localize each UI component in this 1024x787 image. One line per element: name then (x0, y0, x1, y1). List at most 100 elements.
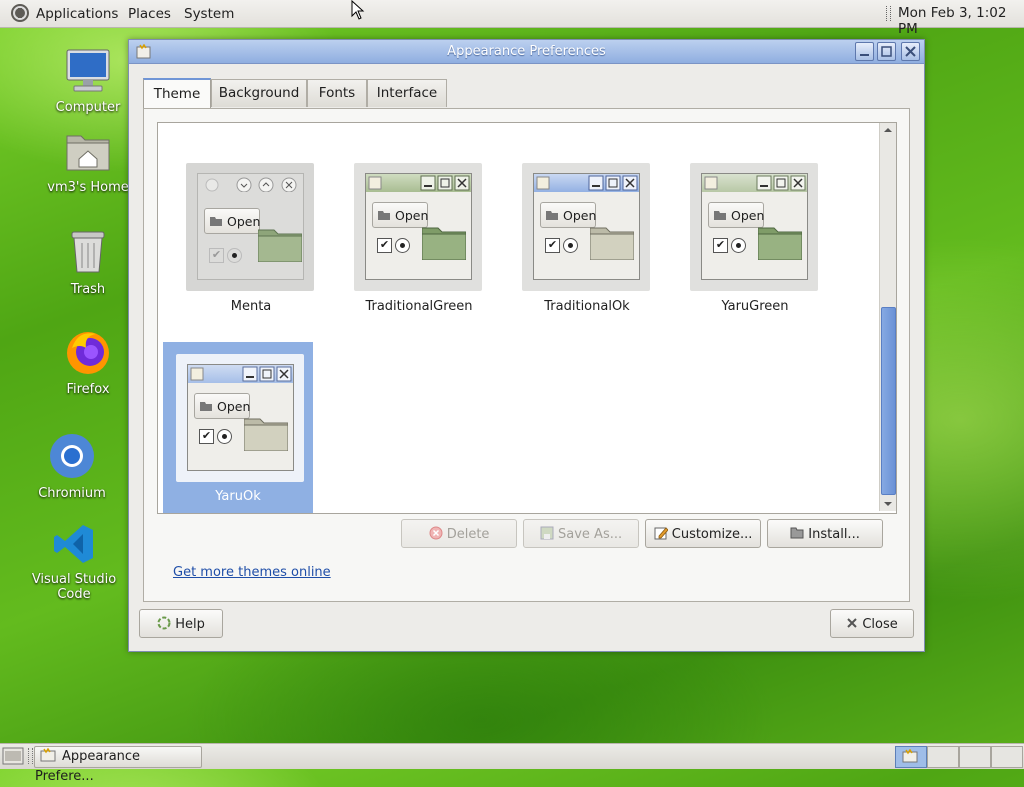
workspace-1[interactable] (895, 746, 927, 768)
workspace-4[interactable] (991, 746, 1023, 768)
maximize-button[interactable] (877, 42, 896, 61)
help-button[interactable]: Help (139, 609, 223, 638)
desktop-icon-label: Chromium (38, 486, 106, 501)
preview-window-buttons-icon (205, 177, 297, 193)
system-menu[interactable]: System (184, 6, 234, 22)
tab-background[interactable]: Background (211, 79, 307, 107)
install-icon (790, 527, 804, 539)
preview-checkbox: ✔ (199, 429, 214, 444)
preview-titlebar (702, 174, 807, 192)
appearance-app-icon (40, 747, 56, 762)
cut-off-label (208, 123, 308, 130)
close-button[interactable]: Close (830, 609, 914, 638)
preview-radio (217, 429, 232, 444)
maximize-icon (881, 46, 892, 57)
theme-preview: Open ✔ (701, 173, 808, 280)
places-menu[interactable]: Places (128, 6, 171, 22)
appearance-app-icon (902, 749, 918, 763)
workspace-2[interactable] (927, 746, 959, 768)
theme-item-menta[interactable]: Open ✔ Menta (176, 163, 326, 333)
vscode-icon (54, 525, 93, 563)
preview-titlebar (534, 174, 639, 192)
theme-item-yarugreen[interactable]: Open ✔ YaruGreen (680, 163, 830, 333)
show-desktop-icon[interactable] (2, 746, 24, 766)
close-icon (905, 46, 916, 57)
save-as-button[interactable]: Save As... (523, 519, 639, 548)
folder-icon (422, 227, 466, 260)
applications-menu[interactable]: Applications (36, 6, 118, 22)
save-as-label: Save As... (558, 527, 623, 542)
theme-name: TraditionalGreen (365, 299, 473, 314)
preview-window-buttons-icon (704, 175, 806, 191)
get-more-themes-link[interactable]: Get more themes online (173, 565, 331, 580)
preview-titlebar (366, 174, 471, 192)
preview-window-buttons-icon (190, 366, 292, 382)
window-title: Appearance Preferences (447, 44, 606, 59)
folder-small-icon (378, 211, 390, 220)
preview-open-label: Open (730, 208, 765, 223)
folder-small-icon (546, 211, 558, 220)
preview-window-buttons-icon (536, 175, 638, 191)
taskbar-item-appearance[interactable]: Appearance Prefere... (34, 746, 202, 784)
desktop-icon-vscode[interactable]: Visual Studio Code (14, 522, 134, 602)
preview-radio (395, 238, 410, 253)
tab-theme[interactable]: Theme (143, 78, 211, 110)
window-titlebar[interactable]: Appearance Preferences (129, 40, 924, 64)
trash-icon (71, 231, 105, 273)
scrollbar-thumb[interactable] (881, 307, 896, 495)
theme-thumbnail: Open ✔ (186, 163, 314, 291)
mate-logo-icon[interactable] (10, 3, 30, 23)
theme-list[interactable]: Open ✔ Menta Open ✔ TraditionalGreen Ope… (157, 122, 897, 514)
preview-checkbox: ✔ (209, 248, 224, 263)
workspace-3[interactable] (959, 746, 991, 768)
theme-name: Menta (230, 299, 272, 314)
theme-item-yaruok[interactable]: Open ✔ YaruOk (163, 342, 313, 513)
panel-separator (886, 6, 891, 21)
scroll-up-arrow-icon[interactable] (880, 124, 896, 136)
appearance-preferences-window: Appearance Preferences Theme Background … (128, 39, 925, 652)
folder-icon (590, 227, 634, 260)
theme-item-traditionalok[interactable]: Open ✔ TraditionalOk (512, 163, 662, 333)
panel-separator (28, 748, 33, 764)
theme-preview: Open ✔ (197, 173, 304, 280)
theme-thumbnail: Open ✔ (176, 354, 304, 482)
theme-preview: Open ✔ (365, 173, 472, 280)
tab-interface[interactable]: Interface (367, 79, 447, 107)
theme-preview: Open ✔ (187, 364, 294, 471)
preview-window-buttons-icon (368, 175, 470, 191)
help-icon (157, 616, 171, 630)
delete-button[interactable]: Delete (401, 519, 517, 548)
customize-label: Customize... (671, 527, 753, 542)
theme-item-traditionalgreen[interactable]: Open ✔ TraditionalGreen (344, 163, 494, 333)
folder-small-icon (714, 211, 726, 220)
close-icon (847, 618, 857, 628)
preview-open-button: Open (708, 202, 764, 228)
minimize-button[interactable] (855, 42, 874, 61)
home-folder-icon (66, 135, 110, 171)
customize-button[interactable]: Customize... (645, 519, 761, 548)
preview-radio (731, 238, 746, 253)
close-window-button[interactable] (901, 42, 920, 61)
theme-name: YaruOk (215, 489, 261, 504)
install-label: Install... (808, 527, 860, 542)
preview-radio (227, 248, 242, 263)
preview-open-button: Open (194, 393, 250, 419)
tab-fonts[interactable]: Fonts (307, 79, 367, 107)
clock[interactable]: Mon Feb 3, 1:02 PM (898, 5, 1024, 37)
preview-checkbox: ✔ (377, 238, 392, 253)
install-button[interactable]: Install... (767, 519, 883, 548)
help-label: Help (175, 617, 205, 632)
folder-icon (758, 227, 802, 260)
preview-open-button: Open (204, 208, 260, 234)
preview-open-label: Open (562, 208, 597, 223)
save-icon (540, 526, 554, 540)
desktop-icon-chromium[interactable]: Chromium (12, 432, 132, 501)
theme-tab-panel: Open ✔ Menta Open ✔ TraditionalGreen Ope… (143, 108, 910, 602)
edit-icon (654, 527, 669, 540)
scroll-down-arrow-icon[interactable] (880, 498, 896, 510)
theme-name: TraditionalOk (544, 299, 630, 314)
theme-list-scrollbar[interactable] (879, 123, 896, 511)
preview-radio (563, 238, 578, 253)
preview-open-button: Open (540, 202, 596, 228)
close-label: Close (862, 617, 898, 632)
